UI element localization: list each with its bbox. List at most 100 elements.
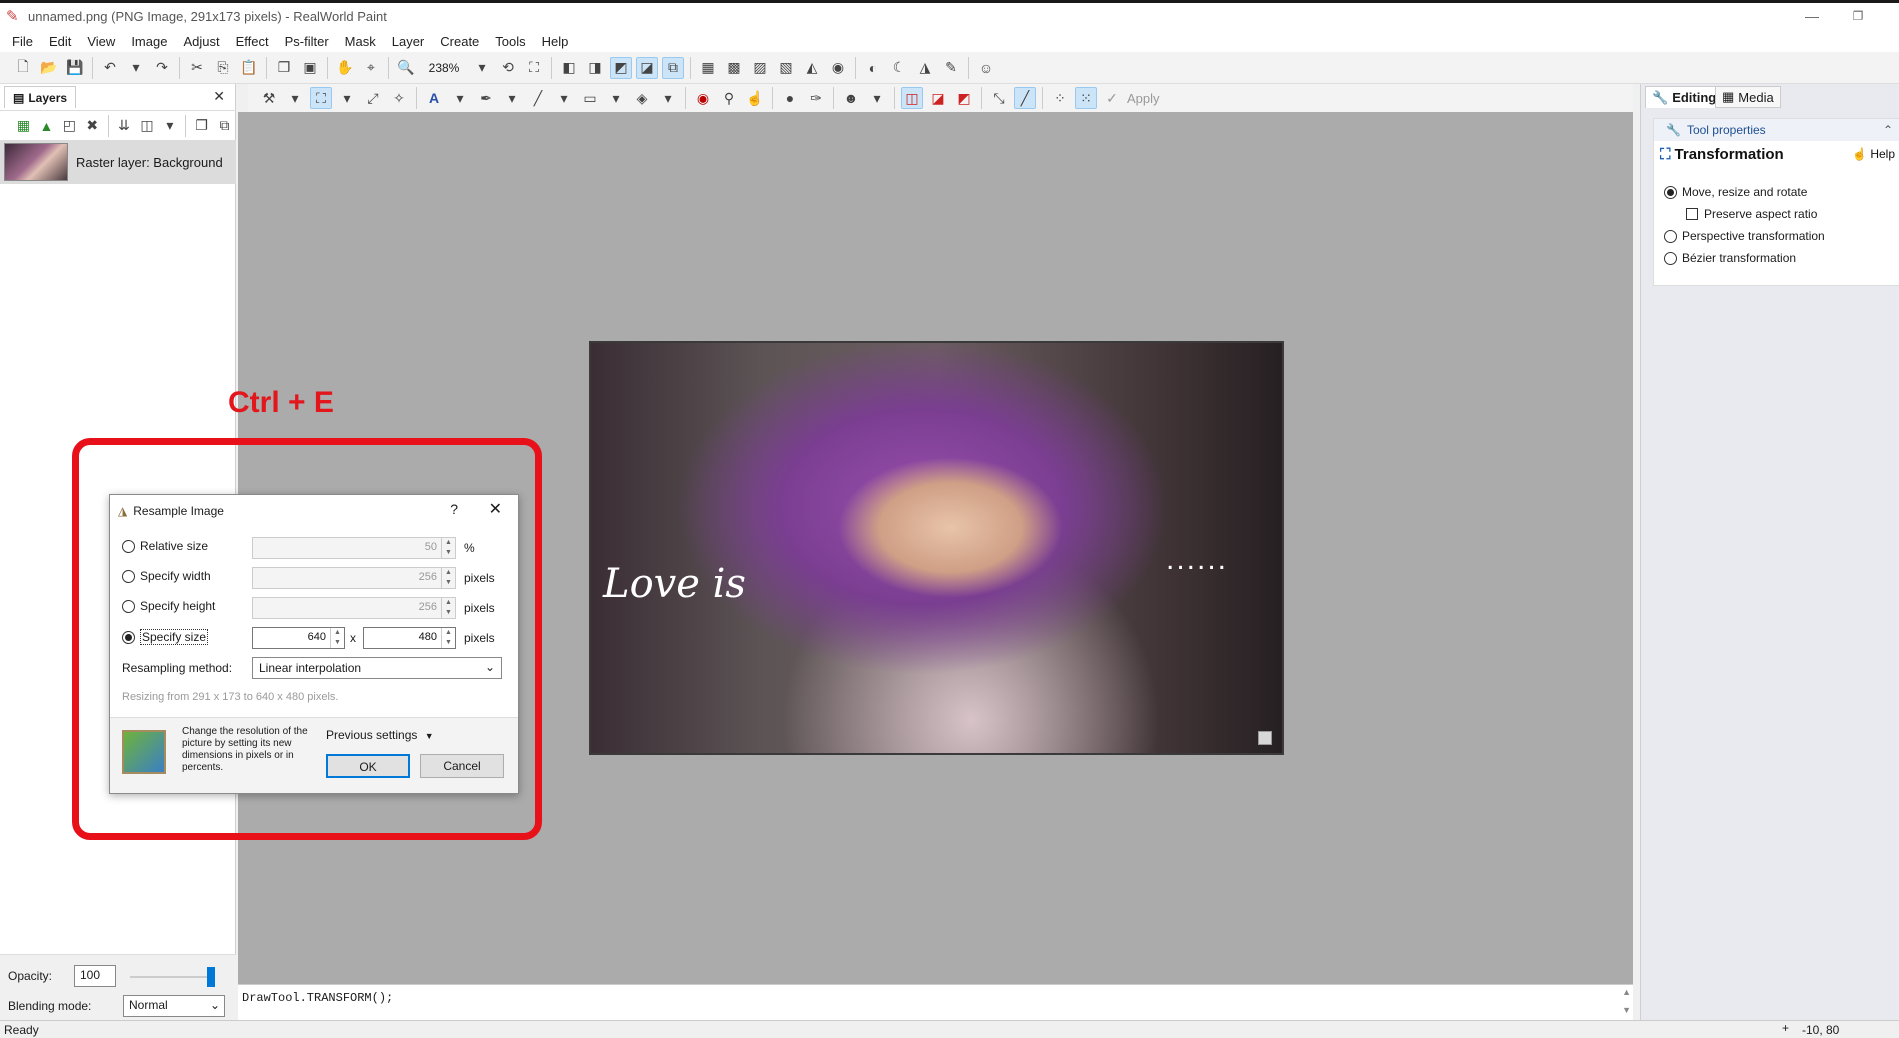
user-icon[interactable]: ☺	[975, 57, 997, 79]
red-eye-icon[interactable]: ◉	[692, 87, 714, 109]
transform-tool-icon[interactable]: ⛶	[310, 87, 332, 109]
filter-icon[interactable]: ◭	[801, 57, 823, 79]
undo-icon[interactable]: ↶	[99, 57, 121, 79]
dropdown-icon[interactable]: ▾	[605, 87, 627, 109]
fullscreen-icon[interactable]: ⛶	[523, 57, 545, 79]
ok-button[interactable]: OK	[326, 754, 410, 778]
menu-layer[interactable]: Layer	[384, 34, 433, 49]
apply-button[interactable]: Apply	[1127, 91, 1160, 106]
union-mode-icon[interactable]: ◫	[901, 87, 923, 109]
help-link[interactable]: ☝ Help	[1852, 147, 1895, 161]
option-perspective[interactable]: Perspective transformation	[1664, 229, 1825, 243]
opacity-slider-handle[interactable]	[207, 967, 215, 987]
zoom-icon[interactable]: 🔍	[395, 57, 417, 79]
menu-ps-filter[interactable]: Ps-filter	[277, 34, 337, 49]
opacity-input[interactable]: 100	[74, 965, 116, 987]
save-icon[interactable]: 💾	[64, 57, 86, 79]
new-layer-icon[interactable]: ▦	[14, 115, 33, 137]
layer-select-icon[interactable]: ◪	[636, 56, 658, 79]
layer-style-icon[interactable]: ◫	[137, 115, 156, 137]
layer-properties-icon[interactable]: ◰	[60, 115, 79, 137]
line-mode-icon[interactable]: ╱	[1014, 87, 1036, 109]
dropdown-icon[interactable]: ▾	[657, 87, 679, 109]
option-specify-height[interactable]: Specify height	[122, 599, 215, 613]
fill-tool-icon[interactable]: ◈	[631, 87, 653, 109]
clone-icon[interactable]: ☻	[840, 87, 862, 109]
dropdown-icon[interactable]: ▾	[336, 87, 358, 109]
size-height-input[interactable]: 480 ▲ ▼	[363, 627, 456, 649]
contrast-icon[interactable]: ◐	[862, 57, 884, 79]
radio-selected[interactable]	[1664, 185, 1677, 199]
opacity-slider-track[interactable]	[130, 976, 210, 978]
blending-select[interactable]: Normal ⌄	[123, 995, 225, 1017]
pointer-icon[interactable]: ⌖	[360, 57, 382, 79]
picture-icon[interactable]: ▨	[749, 57, 771, 79]
scroll-up-icon[interactable]: ▲	[1622, 987, 1631, 997]
history-dropdown-icon[interactable]: ▾	[125, 57, 147, 79]
move-up-icon[interactable]: ▲	[37, 115, 56, 137]
dropdown-icon[interactable]: ▾	[284, 87, 306, 109]
menu-effect[interactable]: Effect	[228, 34, 277, 49]
zoom-level[interactable]: 238%	[419, 61, 469, 75]
cut-icon[interactable]: ✂	[186, 57, 208, 79]
zoom-fit-icon[interactable]: ⟲	[497, 57, 519, 79]
help-button[interactable]: ?	[450, 501, 458, 517]
close-icon[interactable]: ✕	[489, 499, 502, 519]
redo-icon[interactable]: ↷	[151, 57, 173, 79]
scroll-down-icon[interactable]: ▼	[1622, 1005, 1631, 1015]
option-move-resize-rotate[interactable]: Move, resize and rotate	[1664, 185, 1807, 199]
pen-tool-icon[interactable]: ✒	[475, 87, 497, 109]
duplicate-icon[interactable]: ❐	[273, 57, 295, 79]
line-tool-icon[interactable]: ╱	[527, 87, 549, 109]
dropdown-icon[interactable]: ▾	[449, 87, 471, 109]
spin-arrows-icon[interactable]: ▲ ▼	[330, 628, 344, 648]
dropdown-icon[interactable]: ▾	[501, 87, 523, 109]
copy-layer-icon[interactable]: ❐	[192, 115, 211, 137]
radio[interactable]	[122, 569, 135, 583]
menu-help[interactable]: Help	[534, 34, 577, 49]
brush-icon[interactable]: ✎	[940, 57, 962, 79]
open-folder-icon[interactable]: 📂	[38, 57, 60, 79]
canvas-image[interactable]: Love is ......	[589, 341, 1284, 755]
radio-selected[interactable]	[122, 630, 135, 644]
transform-handle[interactable]	[1258, 731, 1272, 745]
radio[interactable]	[122, 599, 135, 613]
paste-layer-icon[interactable]: ⧉	[215, 115, 234, 137]
minimize-button[interactable]: —	[1789, 3, 1835, 31]
new-file-icon[interactable]: 🗋	[12, 57, 34, 79]
image-icon[interactable]: ▦	[697, 57, 719, 79]
dropdown-icon[interactable]: ▾	[553, 87, 575, 109]
hand-icon[interactable]: ✋	[334, 57, 356, 79]
layers-tab[interactable]: ▤ Layers	[4, 86, 77, 108]
option-specify-width[interactable]: Specify width	[122, 569, 211, 583]
close-icon[interactable]: ✕	[213, 88, 225, 105]
tab-media[interactable]: ▦ Media	[1715, 86, 1781, 108]
landscape-icon[interactable]: ▧	[775, 57, 797, 79]
layer-style-dropdown-icon[interactable]: ▾	[160, 115, 179, 137]
dropdown-icon[interactable]: ▾	[866, 87, 888, 109]
menu-adjust[interactable]: Adjust	[175, 34, 227, 49]
layer-row[interactable]: Raster layer: Background	[0, 140, 236, 184]
anchor-points-icon[interactable]: ⁘	[1049, 87, 1071, 109]
finger-icon[interactable]: ☝	[744, 87, 766, 109]
option-preserve-aspect[interactable]: Preserve aspect ratio	[1686, 207, 1817, 221]
menu-mask[interactable]: Mask	[337, 34, 384, 49]
magic-wand-icon[interactable]: ✧	[388, 87, 410, 109]
layer-view-icon[interactable]: ◩	[610, 56, 632, 79]
paint-bucket-icon[interactable]: ◮	[914, 57, 936, 79]
method-select[interactable]: Linear interpolation ⌄	[252, 657, 502, 679]
subtract-mode-icon[interactable]: ◪	[927, 87, 949, 109]
option-specify-size[interactable]: Specify size	[122, 629, 209, 645]
effect-icon[interactable]: ◉	[827, 57, 849, 79]
menu-file[interactable]: File	[4, 34, 41, 49]
stamp-icon[interactable]: ⚲	[718, 87, 740, 109]
moon-icon[interactable]: ☾	[888, 57, 910, 79]
radio[interactable]	[1664, 251, 1677, 265]
radio[interactable]	[122, 539, 135, 553]
text-tool-icon[interactable]: A	[423, 87, 445, 109]
clipboard-icon[interactable]: ▣	[299, 57, 321, 79]
previous-settings-dropdown[interactable]: Previous settings ▼	[326, 728, 434, 742]
delete-layer-icon[interactable]: ✖	[83, 115, 102, 137]
menu-tools[interactable]: Tools	[487, 34, 533, 49]
script-bar[interactable]: DrawTool.TRANSFORM(); ▲ ▼	[238, 984, 1633, 1020]
